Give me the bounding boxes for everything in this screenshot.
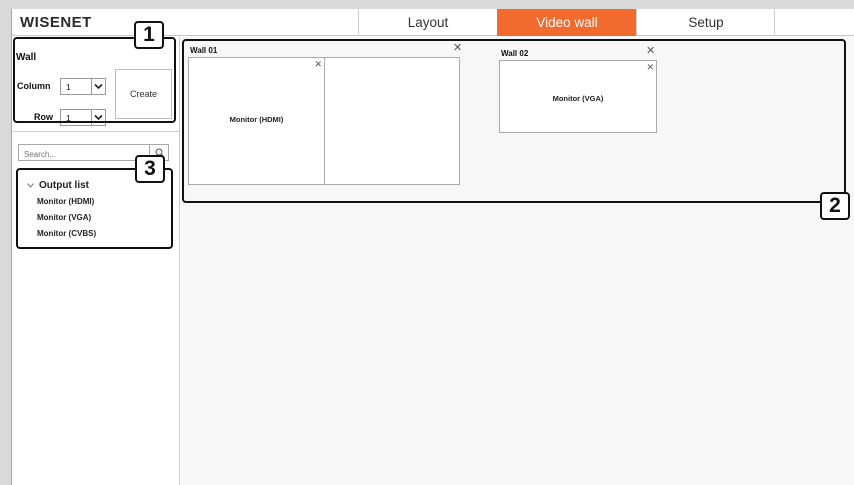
close-icon[interactable]: ✕ xyxy=(453,43,462,54)
output-item-cvbs[interactable]: Monitor (CVBS) xyxy=(37,229,96,238)
app-window: WISENET Layout Video wall Setup Wall Col… xyxy=(11,9,854,485)
wall-01-cell-2[interactable] xyxy=(324,57,460,185)
output-list-label: Output list xyxy=(39,180,89,191)
tab-setup[interactable]: Setup xyxy=(636,9,775,36)
sidebar: Wall Column 1 Row 1 Create Output list xyxy=(12,37,180,485)
chevron-down-icon xyxy=(91,79,105,94)
wall-section-title: Wall xyxy=(16,52,37,63)
callout-badge-1: 1 xyxy=(134,21,164,49)
close-icon[interactable]: ✕ xyxy=(646,63,654,72)
close-icon[interactable]: ✕ xyxy=(314,60,322,69)
row-label: Row xyxy=(34,112,53,122)
column-select[interactable]: 1 xyxy=(60,78,106,95)
callout-badge-2: 2 xyxy=(820,192,850,220)
create-button[interactable]: Create xyxy=(115,69,172,119)
callout-badge-3: 3 xyxy=(135,155,165,183)
close-icon[interactable]: ✕ xyxy=(646,46,655,57)
wall-01-name: Wall 01 xyxy=(190,46,218,55)
chevron-down-icon xyxy=(91,110,105,125)
column-label: Column xyxy=(17,81,51,91)
cell-monitor-label: Monitor (HDMI) xyxy=(229,115,284,124)
tab-video-wall[interactable]: Video wall xyxy=(497,9,636,36)
row-select[interactable]: 1 xyxy=(60,109,106,126)
output-list-header[interactable]: Output list xyxy=(27,180,89,191)
wall-02-cell-1[interactable]: ✕ Monitor (VGA) xyxy=(499,60,657,133)
cell-monitor-label: Monitor (VGA) xyxy=(552,94,604,103)
wall-02-name: Wall 02 xyxy=(501,49,529,58)
output-item-hdmi[interactable]: Monitor (HDMI) xyxy=(37,197,94,206)
column-select-value: 1 xyxy=(66,82,71,92)
wall-01-cell-1[interactable]: ✕ Monitor (HDMI) xyxy=(188,57,325,185)
sidebar-divider xyxy=(12,131,179,132)
tab-divider xyxy=(774,9,775,36)
wisenet-logo: WISENET xyxy=(20,14,92,31)
row-select-value: 1 xyxy=(66,113,71,123)
chevron-down-icon xyxy=(27,181,34,190)
output-item-vga[interactable]: Monitor (VGA) xyxy=(37,213,91,222)
search-input[interactable] xyxy=(18,144,150,161)
tab-layout[interactable]: Layout xyxy=(358,9,497,36)
